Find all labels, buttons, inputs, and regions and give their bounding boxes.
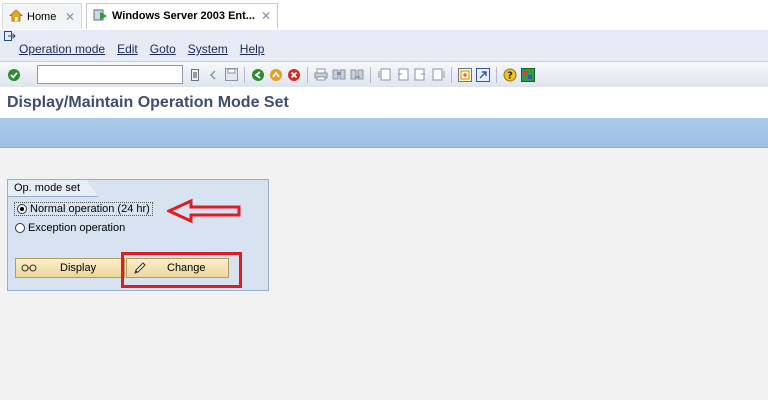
cancel-icon[interactable] <box>286 67 302 83</box>
enter-check-icon[interactable] <box>6 67 22 83</box>
display-button[interactable]: Display <box>15 258 125 278</box>
menu-system[interactable]: System <box>188 42 228 56</box>
browser-tab-bar: Home ✕ Windows Server 2003 Ent... ✕ <box>0 0 768 31</box>
standard-toolbar: ? <box>0 61 768 88</box>
close-icon[interactable]: ✕ <box>261 9 271 23</box>
toolbar-separator <box>370 66 371 83</box>
menu-help[interactable]: Help <box>240 42 265 56</box>
toolbar-separator <box>496 66 497 83</box>
toolbar-separator <box>244 66 245 83</box>
change-highlight-box <box>121 252 242 288</box>
tab-home-label: Home <box>27 10 57 23</box>
previous-page-icon[interactable] <box>394 67 410 83</box>
last-page-icon[interactable] <box>430 67 446 83</box>
radio-button[interactable] <box>15 223 25 233</box>
radio-normal-operation[interactable]: Normal operation (24 hr) <box>14 202 153 216</box>
toolbar-separator <box>451 66 452 83</box>
radio-exception-operation-label: Exception operation <box>28 222 126 234</box>
menu-bar: Operation mode Edit Goto System Help <box>0 30 768 61</box>
radio-exception-operation[interactable]: Exception operation <box>15 222 125 234</box>
close-icon[interactable]: ✕ <box>65 10 75 24</box>
command-history-icon[interactable] <box>187 67 203 83</box>
tab-home[interactable]: Home ✕ <box>2 3 82 29</box>
menu-operation-mode[interactable]: Operation mode <box>19 42 105 56</box>
next-page-icon[interactable] <box>412 67 428 83</box>
application-toolbar <box>0 118 768 148</box>
create-session-icon[interactable] <box>457 67 473 83</box>
menu-edit[interactable]: Edit <box>117 42 138 56</box>
print-icon[interactable] <box>313 67 329 83</box>
customize-layout-icon[interactable] <box>520 67 536 83</box>
glasses-icon <box>20 263 38 273</box>
group-title: Op. mode set <box>7 179 98 197</box>
help-icon[interactable]: ? <box>502 67 518 83</box>
display-button-label: Display <box>60 262 97 274</box>
red-arrow-annotation <box>167 198 241 224</box>
menu-goto[interactable]: Goto <box>150 42 176 56</box>
sap-gui-icon <box>93 8 108 25</box>
command-field[interactable] <box>37 65 183 84</box>
back-icon[interactable] <box>250 67 266 83</box>
toolbar-separator <box>307 66 308 83</box>
find-next-icon[interactable] <box>349 67 365 83</box>
radio-normal-operation-label: Normal operation (24 hr) <box>30 203 150 215</box>
home-icon <box>8 8 24 25</box>
save-icon[interactable] <box>223 67 239 83</box>
previous-icon[interactable] <box>205 67 221 83</box>
svg-text:?: ? <box>507 70 513 81</box>
title-area: Display/Maintain Operation Mode Set <box>0 87 768 118</box>
radio-button-selected[interactable] <box>17 204 27 214</box>
tab-windows-server[interactable]: Windows Server 2003 Ent... ✕ <box>86 3 278 29</box>
tab-windows-server-label: Windows Server 2003 Ent... <box>112 10 255 22</box>
find-icon[interactable] <box>331 67 347 83</box>
page-title: Display/Maintain Operation Mode Set <box>7 94 289 111</box>
exit-up-icon[interactable] <box>268 67 284 83</box>
first-page-icon[interactable] <box>376 67 392 83</box>
exit-icon[interactable] <box>4 31 16 45</box>
shortcut-icon[interactable] <box>475 67 491 83</box>
